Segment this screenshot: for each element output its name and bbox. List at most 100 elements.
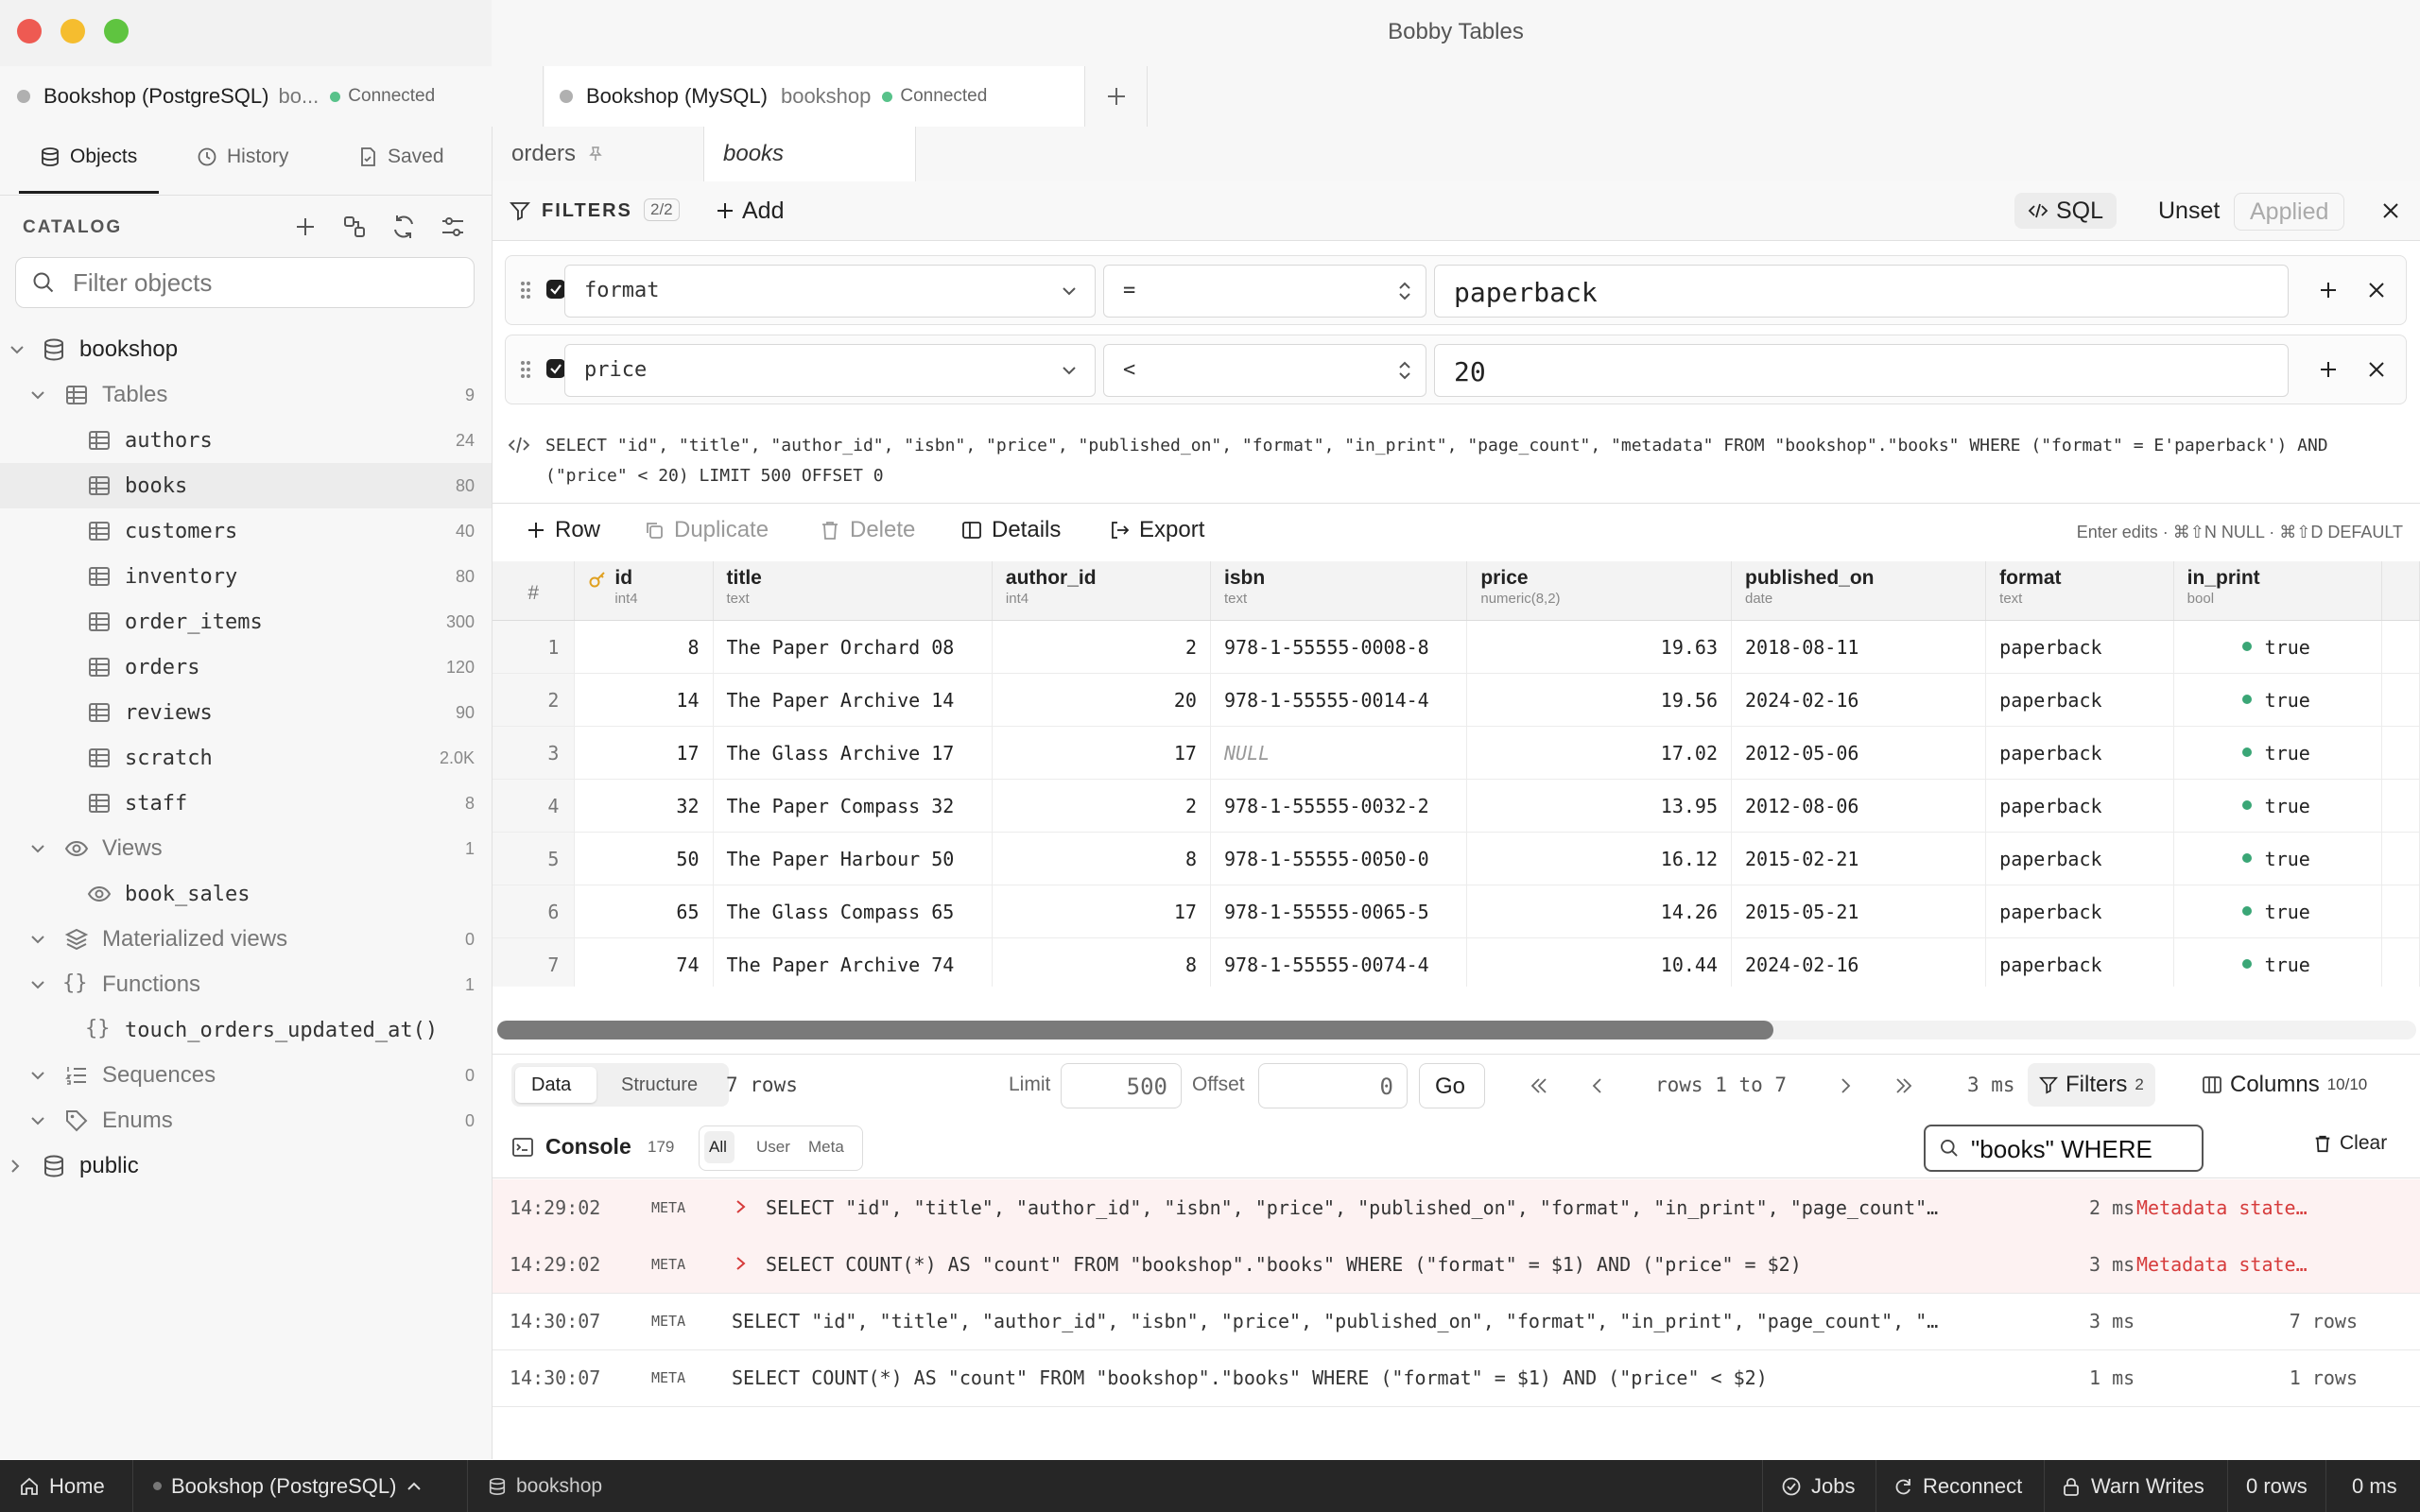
chip-user[interactable]: User: [756, 1138, 790, 1157]
cell-title[interactable]: The Paper Archive 74: [713, 937, 993, 987]
cell-format[interactable]: paperback: [1985, 937, 2174, 987]
scrollbar-thumb[interactable]: [497, 1021, 1773, 1040]
new-connection-tab-button[interactable]: [1086, 66, 1148, 127]
minimize-window-button[interactable]: [60, 19, 85, 43]
column-header-price[interactable]: price numeric(8,2): [1466, 561, 1732, 621]
column-header-published-on[interactable]: published_on date: [1731, 561, 1987, 621]
console-entry[interactable]: 14:29:02 META SELECT "id", "title", "autho…: [493, 1179, 2420, 1237]
add-filter-row-icon[interactable]: [2319, 281, 2338, 300]
home-button[interactable]: Home: [19, 1460, 105, 1512]
tree-table-scratch[interactable]: scratch 2.0K: [0, 735, 492, 781]
console-entry[interactable]: 14:30:07 META SELECT "id", "title", "autho…: [493, 1293, 2420, 1350]
table-row[interactable]: 3 17 The Glass Archive 17 17 NULL 17.02 2012-0…: [493, 726, 2420, 780]
add-filter-button[interactable]: Add: [716, 193, 784, 229]
filter-sql-button[interactable]: SQL: [2014, 193, 2118, 229]
zoom-window-button[interactable]: [104, 19, 129, 43]
jobs-button[interactable]: Jobs: [1781, 1460, 1855, 1512]
details-button[interactable]: Details: [961, 517, 1061, 543]
cell-author-id[interactable]: 2: [992, 779, 1211, 833]
cell-price[interactable]: 19.56: [1466, 673, 1732, 727]
drag-handle-icon[interactable]: [519, 358, 532, 381]
column-header-truncated[interactable]: [2381, 561, 2420, 621]
cell-published-on[interactable]: 2015-05-21: [1731, 885, 1987, 938]
tree-database-public[interactable]: public: [0, 1143, 492, 1189]
cell-format[interactable]: paperback: [1985, 885, 2174, 938]
unset-filters-button[interactable]: Unset: [2145, 193, 2233, 229]
table-row[interactable]: 7 74 The Paper Archive 74 8 978-1-55555-0074…: [493, 937, 2420, 987]
tree-group-functions[interactable]: {} Functions 1: [0, 962, 492, 1007]
tree-group-enums[interactable]: Enums 0: [0, 1098, 492, 1143]
chip-all[interactable]: All: [709, 1138, 727, 1157]
add-row-button[interactable]: Row: [527, 517, 600, 543]
filter-operator-select[interactable]: <: [1103, 344, 1426, 397]
tree-table-order-items[interactable]: order_items 300: [0, 599, 492, 644]
cell-in-print[interactable]: true: [2173, 673, 2383, 727]
export-button[interactable]: Export: [1109, 517, 1204, 543]
filter-enabled-checkbox[interactable]: [545, 279, 566, 300]
filter-column-select[interactable]: format: [564, 265, 1096, 318]
cell-price[interactable]: 17.02: [1466, 726, 1732, 780]
cell-id[interactable]: 32: [574, 779, 714, 833]
tab-objects[interactable]: Objects: [40, 146, 137, 168]
cell-format[interactable]: paperback: [1985, 779, 2174, 833]
column-header-author-id[interactable]: author_id int4: [992, 561, 1211, 621]
cell-in-print[interactable]: true: [2173, 779, 2383, 833]
tree-table-customers[interactable]: customers 40: [0, 508, 492, 554]
duplicate-button[interactable]: Duplicate: [644, 517, 769, 543]
cell-format[interactable]: paperback: [1985, 832, 2174, 885]
cell-price[interactable]: 16.12: [1466, 832, 1732, 885]
expand-chevron-icon[interactable]: [735, 1256, 748, 1271]
cell-published-on[interactable]: 2012-08-06: [1731, 779, 1987, 833]
tree-group-sequences[interactable]: Sequences 0: [0, 1053, 492, 1098]
add-object-button[interactable]: [290, 212, 320, 242]
cell-title[interactable]: The Paper Compass 32: [713, 779, 993, 833]
table-row[interactable]: 2 14 The Paper Archive 14 20 978-1-55555-001…: [493, 673, 2420, 727]
tab-saved[interactable]: Saved: [357, 146, 444, 168]
cell-published-on[interactable]: 2024-02-16: [1731, 937, 1987, 987]
cell-id[interactable]: 8: [574, 620, 714, 674]
cell-price[interactable]: 13.95: [1466, 779, 1732, 833]
console-clear-button[interactable]: Clear: [2313, 1132, 2387, 1155]
cell-isbn[interactable]: 978-1-55555-0050-0: [1210, 832, 1468, 885]
tree-database-bookshop[interactable]: bookshop: [0, 327, 492, 372]
tree-table-staff[interactable]: staff 8: [0, 781, 492, 826]
cell-author-id[interactable]: 8: [992, 937, 1211, 987]
cell-published-on[interactable]: 2012-05-06: [1731, 726, 1987, 780]
cell-isbn[interactable]: NULL: [1210, 726, 1468, 780]
first-page-icon[interactable]: [1529, 1075, 1549, 1096]
tree-group-views[interactable]: Views 1: [0, 826, 492, 871]
cell-title[interactable]: The Glass Compass 65: [713, 885, 993, 938]
close-window-button[interactable]: [17, 19, 42, 43]
cell-author-id[interactable]: 17: [992, 885, 1211, 938]
cell-author-id[interactable]: 20: [992, 673, 1211, 727]
filter-column-select[interactable]: price: [564, 344, 1096, 397]
cell-isbn[interactable]: 978-1-55555-0065-5: [1210, 885, 1468, 938]
cell-isbn[interactable]: 978-1-55555-0032-2: [1210, 779, 1468, 833]
connection-tab-mysql[interactable]: Bookshop (MySQL) bookshop Connected: [544, 66, 1085, 127]
cell-id[interactable]: 17: [574, 726, 714, 780]
schema-diagram-button[interactable]: [339, 212, 370, 242]
cell-title[interactable]: The Paper Orchard 08: [713, 620, 993, 674]
warn-writes-toggle[interactable]: Warn Writes: [2061, 1460, 2204, 1512]
catalog-settings-button[interactable]: [438, 212, 468, 242]
tree-table-books[interactable]: books 80: [0, 463, 492, 508]
cell-id[interactable]: 50: [574, 832, 714, 885]
next-page-icon[interactable]: [1835, 1075, 1856, 1096]
cell-title[interactable]: The Paper Archive 14: [713, 673, 993, 727]
limit-input[interactable]: 500: [1061, 1063, 1182, 1108]
filter-value-input[interactable]: paperback: [1434, 265, 2289, 318]
tree-table-inventory[interactable]: inventory 80: [0, 554, 492, 599]
tree-table-authors[interactable]: authors 24: [0, 418, 492, 463]
remove-filter-icon[interactable]: [2368, 282, 2385, 299]
filter-objects-field[interactable]: [15, 257, 475, 308]
applied-button[interactable]: Applied: [2234, 193, 2345, 231]
cell-format[interactable]: paperback: [1985, 673, 2174, 727]
tab-history[interactable]: History: [197, 146, 288, 168]
column-header-format[interactable]: format text: [1985, 561, 2174, 621]
cell-in-print[interactable]: true: [2173, 937, 2383, 987]
reconnect-button[interactable]: Reconnect: [1893, 1460, 2022, 1512]
cell-truncated[interactable]: [2381, 885, 2420, 938]
column-header-title[interactable]: title text: [713, 561, 993, 621]
console-entry[interactable]: 14:29:02 META SELECT COUNT(*) AS "count" F…: [493, 1236, 2420, 1294]
cell-isbn[interactable]: 978-1-55555-0008-8: [1210, 620, 1468, 674]
